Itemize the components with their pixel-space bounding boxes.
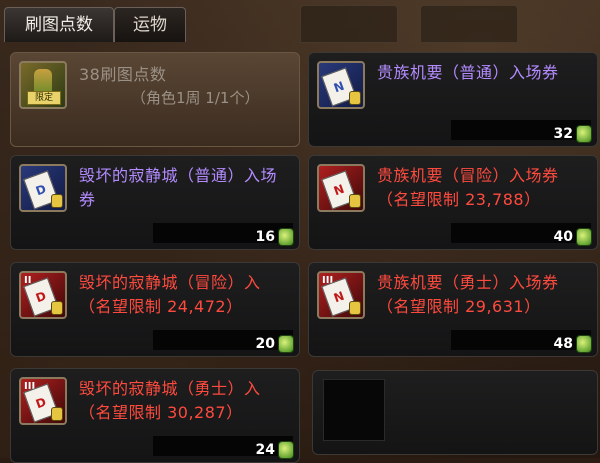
item-name: 38刷图点数 bbox=[79, 65, 167, 84]
coin-icon bbox=[577, 126, 591, 142]
limited-badge: 限定 bbox=[27, 91, 61, 105]
item-card[interactable]: N 贵族机要（冒险）入场券（名望限制 23,788） 40 bbox=[308, 155, 598, 250]
ticket-blue-icon: N bbox=[317, 61, 365, 109]
lock-icon bbox=[350, 302, 360, 314]
item-count: 48 bbox=[553, 336, 573, 352]
item-name: 毁坏的寂静城（冒险）入（名望限制 24,472） bbox=[79, 273, 261, 316]
lock-icon bbox=[52, 195, 62, 207]
lock-icon bbox=[350, 195, 360, 207]
ticket-red-icon: II D bbox=[19, 271, 67, 319]
item-card[interactable]: D 毁坏的寂静城（普通）入场券 16 bbox=[10, 155, 300, 250]
potion-icon: 限定 bbox=[19, 61, 67, 109]
item-count: 40 bbox=[553, 229, 573, 245]
ticket-blue-icon: D bbox=[19, 164, 67, 212]
lock-icon bbox=[52, 408, 62, 420]
item-count: 20 bbox=[255, 336, 275, 352]
item-count: 32 bbox=[553, 126, 573, 142]
item-card[interactable]: II D 毁坏的寂静城（冒险）入（名望限制 24,472） 20 bbox=[10, 262, 300, 357]
ticket-red-icon: N bbox=[317, 164, 365, 212]
ticket-red-icon: III N bbox=[317, 271, 365, 319]
item-name: 贵族机要（普通）入场券 bbox=[377, 63, 559, 82]
ticket-red-icon: III D bbox=[19, 377, 67, 425]
item-limit: （角色1周 1/1个） bbox=[131, 89, 260, 107]
item-name: 毁坏的寂静城（勇士）入（名望限制 30,287） bbox=[79, 379, 261, 422]
item-name: 贵族机要（冒险）入场券（名望限制 23,788） bbox=[377, 166, 559, 209]
lock-icon bbox=[52, 302, 62, 314]
item-count: 16 bbox=[255, 229, 275, 245]
item-count: 24 bbox=[255, 442, 275, 458]
item-name: 贵族机要（勇士）入场券（名望限制 29,631） bbox=[377, 273, 559, 316]
coin-icon bbox=[279, 442, 293, 458]
coin-icon bbox=[577, 336, 591, 352]
tab-transport[interactable]: 运物 bbox=[114, 7, 186, 42]
coin-icon bbox=[577, 229, 591, 245]
item-card[interactable]: III D 毁坏的寂静城（勇士）入（名望限制 30,287） 24 bbox=[10, 368, 300, 463]
item-card[interactable]: III N 贵族机要（勇士）入场券（名望限制 29,631） 48 bbox=[308, 262, 598, 357]
empty-card bbox=[312, 370, 598, 455]
coin-icon bbox=[279, 229, 293, 245]
empty-slot bbox=[323, 379, 385, 441]
background-tab bbox=[300, 5, 398, 43]
item-card[interactable]: N 贵族机要（普通）入场券 32 bbox=[308, 52, 598, 147]
item-name: 毁坏的寂静城（普通）入场券 bbox=[79, 166, 278, 209]
lock-icon bbox=[350, 92, 360, 104]
background-tab bbox=[420, 5, 518, 43]
tab-refresh-points[interactable]: 刷图点数 bbox=[4, 7, 114, 42]
item-card[interactable]: 限定 38刷图点数 （角色1周 1/1个） bbox=[10, 52, 300, 147]
coin-icon bbox=[279, 336, 293, 352]
tab-bar: 刷图点数 运物 bbox=[0, 0, 600, 44]
